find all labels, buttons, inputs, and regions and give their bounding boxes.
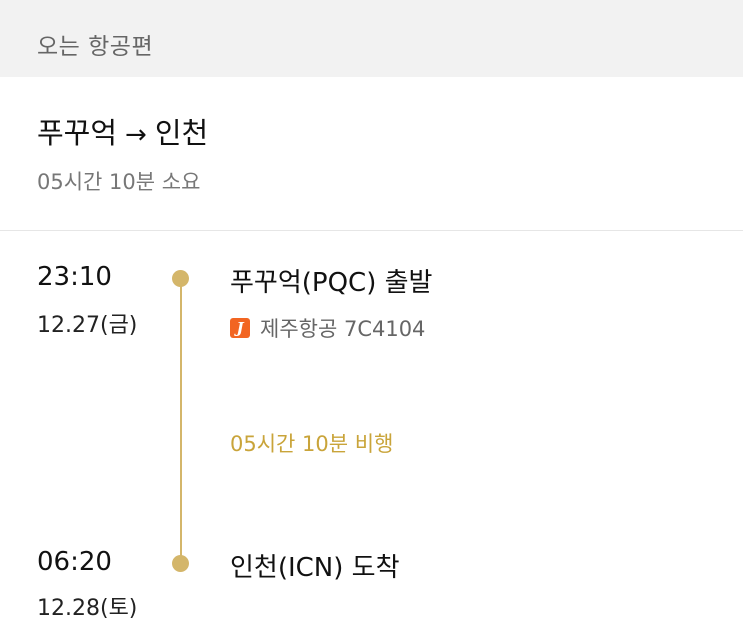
departure-airport: 푸꾸억(PQC) 출발: [230, 268, 433, 298]
airline-flight-number: 제주항공 7C4104: [260, 317, 426, 341]
timeline-line: [180, 277, 182, 563]
section-header: 오는 항공편: [0, 0, 743, 77]
airline-info: J 제주항공 7C4104: [230, 313, 425, 343]
departure-date: 12.27(금): [37, 313, 138, 338]
route-arrow-icon: →: [125, 120, 147, 150]
total-duration: 05시간 10분 소요: [37, 170, 201, 194]
airline-logo-icon: J: [230, 318, 250, 338]
departure-time: 23:10: [37, 262, 112, 292]
section-title: 오는 항공편: [37, 34, 154, 60]
divider: [0, 230, 743, 231]
route-origin: 푸꾸억: [37, 116, 118, 150]
departure-dot-icon: [172, 270, 189, 287]
flight-duration: 05시간 10분 비행: [230, 432, 394, 456]
route-destination: 인천: [154, 116, 209, 150]
route-title: 푸꾸억 → 인천: [37, 110, 208, 152]
arrival-airport: 인천(ICN) 도착: [230, 553, 400, 583]
arrival-time: 06:20: [37, 547, 112, 577]
arrival-dot-icon: [172, 555, 189, 572]
arrival-date: 12.28(토): [37, 596, 138, 621]
